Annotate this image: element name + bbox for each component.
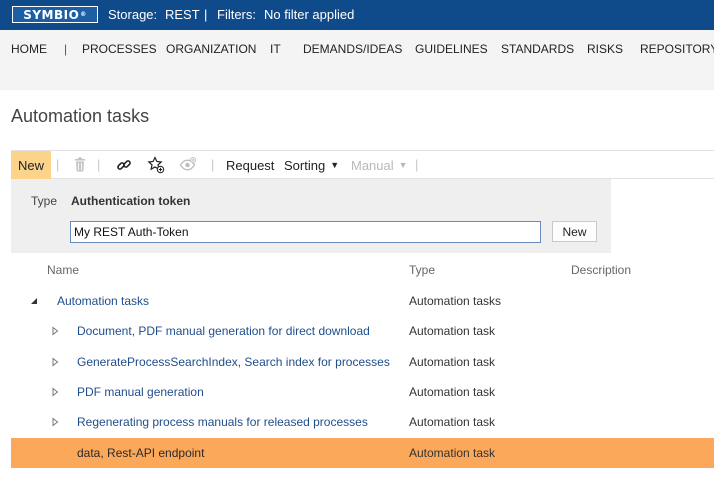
nav-guidelines[interactable]: GUIDELINES: [415, 42, 488, 56]
nav-separator: |: [64, 42, 68, 56]
row-name[interactable]: data, Rest-API endpoint: [77, 446, 204, 460]
row-name[interactable]: Automation tasks: [57, 294, 149, 308]
nav-it[interactable]: IT: [270, 42, 281, 56]
expand-triangle-icon[interactable]: [50, 356, 60, 367]
nav-demands-ideas[interactable]: DEMANDS/IDEAS: [303, 42, 402, 56]
top-bar: SYMBIO ® Storage: REST | Filters: No filt…: [0, 0, 714, 30]
manual-label: Manual: [351, 157, 394, 173]
column-header-type[interactable]: Type: [409, 263, 435, 277]
column-header-name[interactable]: Name: [47, 263, 79, 277]
toolbar-separator: |: [56, 157, 60, 172]
row-type: Automation task: [409, 446, 496, 460]
trash-icon[interactable]: [71, 156, 89, 174]
filters-label: Filters:: [217, 7, 256, 22]
expand-triangle-icon[interactable]: [50, 386, 60, 397]
row-type: Automation task: [409, 324, 496, 338]
row-name[interactable]: PDF manual generation: [77, 385, 204, 399]
tree-row[interactable]: PDF manual generation Automation task: [11, 377, 714, 407]
star-add-icon[interactable]: [147, 156, 165, 174]
chevron-down-icon: ▼: [398, 160, 408, 170]
storage-value[interactable]: REST: [165, 7, 200, 22]
expand-triangle-icon[interactable]: [50, 325, 60, 336]
nav-repository[interactable]: REPOSITORY: [640, 42, 714, 56]
storage-label: Storage:: [108, 7, 158, 22]
collapse-triangle-icon[interactable]: [29, 295, 39, 305]
new-item-form: Type Authentication token New: [11, 179, 611, 253]
row-name[interactable]: GenerateProcessSearchIndex, Search index…: [77, 355, 390, 369]
nav-home[interactable]: HOME: [11, 42, 47, 56]
column-header-description[interactable]: Description: [571, 263, 631, 277]
eye-add-icon[interactable]: [179, 156, 197, 174]
request-button[interactable]: Request: [226, 151, 274, 179]
filters-value[interactable]: No filter applied: [264, 7, 354, 22]
nav-processes[interactable]: PROCESSES: [82, 42, 157, 56]
tree-row[interactable]: Document, PDF manual generation for dire…: [11, 316, 714, 346]
row-type: Automation tasks: [409, 294, 502, 308]
tree-root-row[interactable]: Automation tasks Automation tasks: [11, 286, 714, 316]
tree-row-selected[interactable]: data, Rest-API endpoint Automation task: [11, 438, 714, 468]
page-title: Automation tasks: [11, 106, 150, 126]
row-name[interactable]: Document, PDF manual generation for dire…: [77, 324, 370, 338]
nav-standards[interactable]: STANDARDS: [501, 42, 574, 56]
tree-row[interactable]: GenerateProcessSearchIndex, Search index…: [11, 347, 714, 377]
form-new-button[interactable]: New: [552, 221, 597, 242]
toolbar-separator: |: [415, 157, 419, 172]
type-value: Authentication token: [71, 194, 191, 208]
row-name[interactable]: Regenerating process manuals for release…: [77, 415, 368, 429]
row-type: Automation task: [409, 415, 496, 429]
new-button[interactable]: New: [11, 151, 51, 179]
tree-row[interactable]: Regenerating process manuals for release…: [11, 407, 714, 437]
symbio-logo[interactable]: SYMBIO ®: [12, 6, 98, 23]
nav-risks[interactable]: RISKS: [587, 42, 623, 56]
chevron-down-icon: ▼: [330, 160, 340, 170]
name-input[interactable]: [70, 221, 541, 243]
sorting-dropdown[interactable]: Sorting ▼: [284, 151, 339, 179]
link-icon[interactable]: [115, 156, 133, 174]
main-navigation: HOME | PROCESSES ORGANIZATION IT DEMANDS…: [0, 30, 714, 90]
topbar-separator: |: [204, 7, 208, 22]
toolbar-separator: |: [97, 157, 101, 172]
row-type: Automation task: [409, 355, 496, 369]
type-label: Type: [31, 194, 58, 208]
toolbar-separator: |: [211, 157, 215, 172]
row-type: Automation task: [409, 385, 496, 399]
manual-dropdown[interactable]: Manual ▼: [351, 151, 408, 179]
toolbar: New | | | Request Sorting ▼ Manual ▼ |: [11, 150, 714, 179]
sorting-label: Sorting: [284, 157, 326, 173]
nav-organization[interactable]: ORGANIZATION: [166, 42, 256, 56]
expand-triangle-icon[interactable]: [50, 416, 60, 427]
